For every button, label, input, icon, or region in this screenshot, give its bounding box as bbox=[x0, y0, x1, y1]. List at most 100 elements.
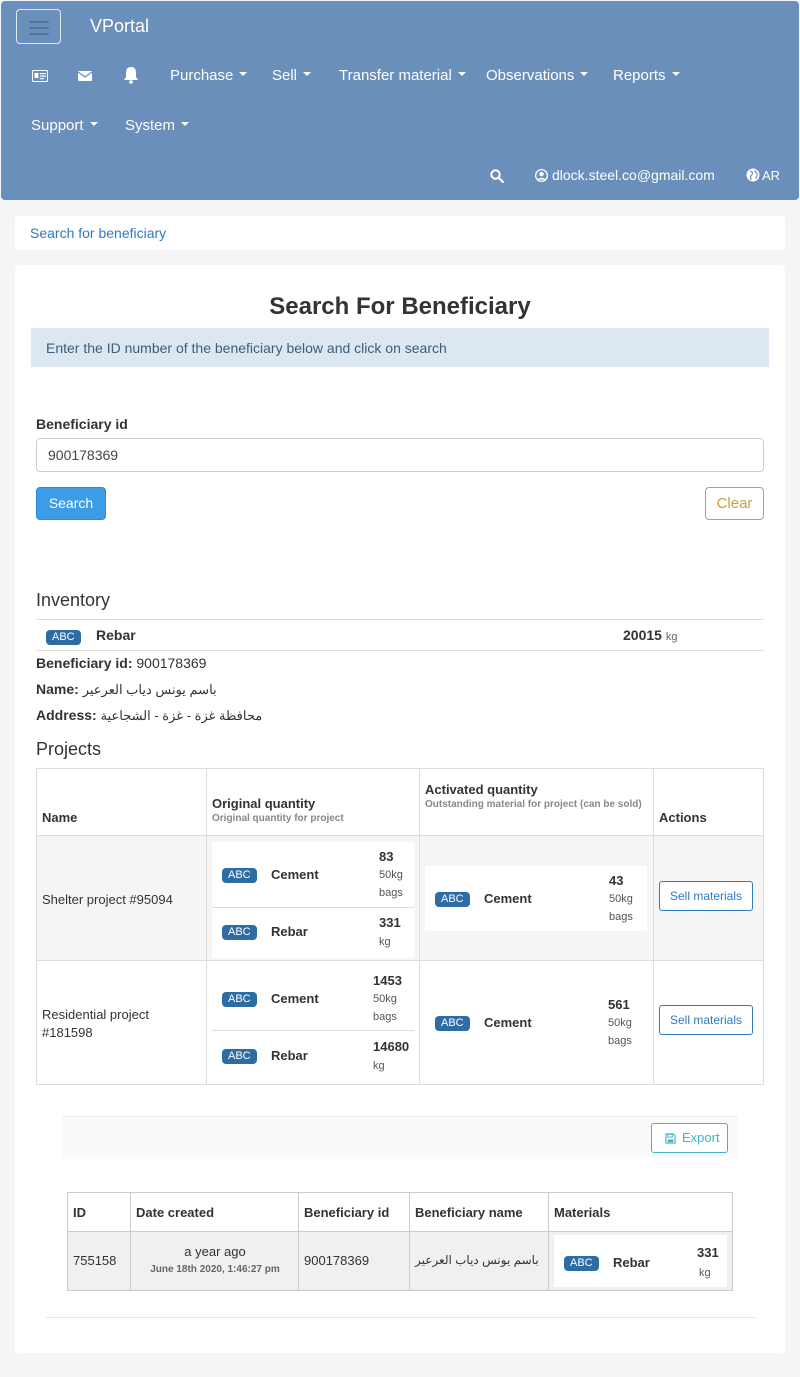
order-id: 755158 bbox=[73, 1253, 117, 1268]
breadcrumb-link[interactable]: Search for beneficiary bbox=[30, 225, 166, 241]
export-toolbar: Export bbox=[62, 1116, 738, 1157]
material-unit: kg bbox=[379, 936, 391, 948]
user-menu[interactable]: dlock.steel.co@gmail.com bbox=[534, 167, 715, 183]
material-badge: ABC bbox=[564, 1256, 599, 1271]
col-original-sub: Original quantity for project bbox=[212, 813, 344, 824]
material-unit: 50kg bbox=[373, 993, 397, 1005]
material-unit: kg bbox=[699, 1267, 711, 1279]
search-icon[interactable] bbox=[490, 169, 504, 183]
breadcrumb: Search for beneficiary bbox=[15, 216, 785, 250]
caret-down-icon bbox=[181, 122, 190, 127]
info-text: Enter the ID number of the beneficiary b… bbox=[46, 340, 447, 356]
material-unit: 50kg bbox=[608, 1017, 632, 1029]
menu-system[interactable]: System bbox=[125, 117, 190, 134]
menu-toggle-button[interactable] bbox=[16, 9, 61, 44]
material-unit: bags bbox=[379, 887, 403, 899]
material-qty: 83 bbox=[379, 849, 394, 864]
menu-support[interactable]: Support bbox=[31, 117, 98, 134]
inventory-quantity: 20015 kg bbox=[623, 627, 678, 643]
col-activated-sub: Outstanding material for project (can be… bbox=[425, 799, 642, 810]
material-name: Rebar bbox=[613, 1255, 650, 1270]
bell-icon[interactable] bbox=[122, 66, 140, 84]
material-unit: bags bbox=[373, 1011, 397, 1023]
user-circle-icon bbox=[534, 168, 549, 183]
caret-down-icon bbox=[303, 72, 312, 77]
beneficiary-id-input[interactable] bbox=[36, 438, 764, 472]
material-name: Cement bbox=[271, 867, 319, 882]
activated-materials: ABC Cement 43 50kg bags bbox=[425, 866, 647, 931]
material-unit: 50kg bbox=[609, 893, 633, 905]
beneficiary-id: 900178369 bbox=[304, 1253, 370, 1268]
top-navbar: VPortal Purchase Sell Transfer material … bbox=[1, 1, 799, 200]
date-relative: a year ago bbox=[184, 1244, 246, 1259]
caret-down-icon bbox=[457, 72, 466, 77]
beneficiary-name-row: Name: باسم يونس دياب العرعير bbox=[36, 681, 217, 697]
material-badge: ABC bbox=[46, 630, 81, 645]
export-button[interactable]: Export bbox=[651, 1123, 728, 1153]
material-unit: bags bbox=[609, 911, 633, 923]
menu-observations[interactable]: Observations bbox=[486, 67, 589, 84]
menu-purchase[interactable]: Purchase bbox=[170, 67, 248, 84]
inventory-material: Rebar bbox=[96, 627, 136, 643]
main-panel: Search For Beneficiary Enter the ID numb… bbox=[15, 265, 785, 1353]
col-original: Original quantity bbox=[212, 796, 316, 811]
inventory-title: Inventory bbox=[36, 590, 111, 610]
table-header: ID Date created Beneficiary id Beneficia… bbox=[68, 1193, 732, 1232]
sell-materials-button[interactable]: Sell materials bbox=[659, 881, 753, 911]
material-name: Cement bbox=[484, 1015, 532, 1030]
beneficiary-address-row: Address: محافظة غزة - غزة - الشجاعية bbox=[36, 707, 263, 723]
col-activated: Activated quantity bbox=[425, 782, 538, 797]
original-materials: ABC Cement 83 50kg bags ABC Rebar 331 kg bbox=[212, 842, 414, 958]
globe-icon bbox=[746, 168, 760, 182]
col-name: Name bbox=[42, 810, 78, 825]
menu-transfer-material[interactable]: Transfer material bbox=[339, 67, 466, 84]
sell-materials-button[interactable]: Sell materials bbox=[659, 1005, 753, 1035]
material-badge: ABC bbox=[435, 892, 470, 907]
material-badge: ABC bbox=[435, 1016, 470, 1031]
divider bbox=[46, 1317, 755, 1318]
col-date-created: Date created bbox=[136, 1205, 215, 1220]
save-icon bbox=[665, 1133, 676, 1144]
caret-down-icon bbox=[671, 72, 680, 77]
menu-reports[interactable]: Reports bbox=[613, 67, 680, 84]
material-unit: 50kg bbox=[379, 869, 403, 881]
beneficiary-id-label: Beneficiary id bbox=[36, 416, 128, 432]
caret-down-icon bbox=[239, 72, 248, 77]
brand-logo[interactable]: VPortal bbox=[90, 16, 149, 37]
divider bbox=[36, 650, 764, 651]
envelope-icon[interactable] bbox=[78, 70, 92, 82]
page-title: Search For Beneficiary bbox=[269, 293, 531, 320]
material-qty: 1453 bbox=[373, 973, 402, 988]
material-qty: 561 bbox=[608, 997, 630, 1012]
id-card-icon[interactable] bbox=[32, 70, 48, 82]
user-email: dlock.steel.co@gmail.com bbox=[552, 167, 715, 183]
original-materials: ABC Cement 1453 50kg bags ABC Rebar 1468… bbox=[212, 967, 414, 1081]
date-full: June 18th 2020, 1:46:27 pm bbox=[150, 1264, 280, 1275]
menu-sell[interactable]: Sell bbox=[272, 67, 312, 84]
beneficiary-id-row: Beneficiary id: 900178369 bbox=[36, 655, 207, 671]
projects-title: Projects bbox=[36, 739, 102, 759]
material-badge: ABC bbox=[222, 992, 257, 1007]
caret-down-icon bbox=[580, 72, 589, 77]
material-qty: 14680 bbox=[373, 1039, 410, 1054]
language-switch[interactable]: AR bbox=[746, 168, 780, 183]
activated-materials: ABC Cement 561 50kg bags bbox=[425, 991, 647, 1056]
beneficiary-name: باسم يونس دياب العرعير bbox=[415, 1253, 539, 1267]
col-beneficiary-name: Beneficiary name bbox=[415, 1205, 523, 1220]
search-button[interactable]: Search bbox=[36, 487, 106, 520]
material-name: Rebar bbox=[271, 1048, 308, 1063]
clear-button[interactable]: Clear bbox=[705, 487, 764, 520]
material-badge: ABC bbox=[222, 1049, 257, 1064]
material-qty: 331 bbox=[379, 915, 401, 930]
col-materials: Materials bbox=[554, 1205, 611, 1220]
order-materials: ABC Rebar 331 kg bbox=[554, 1235, 727, 1287]
material-badge: ABC bbox=[222, 868, 257, 883]
inventory-item: ABC bbox=[46, 627, 81, 645]
table-row[interactable]: 755158 a year ago June 18th 2020, 1:46:2… bbox=[68, 1232, 732, 1290]
material-unit: kg bbox=[373, 1060, 385, 1072]
material-name: Rebar bbox=[271, 924, 308, 939]
divider bbox=[36, 619, 764, 620]
orders-table: ID Date created Beneficiary id Beneficia… bbox=[67, 1192, 733, 1291]
material-badge: ABC bbox=[222, 925, 257, 940]
col-beneficiary-id: Beneficiary id bbox=[304, 1205, 390, 1220]
